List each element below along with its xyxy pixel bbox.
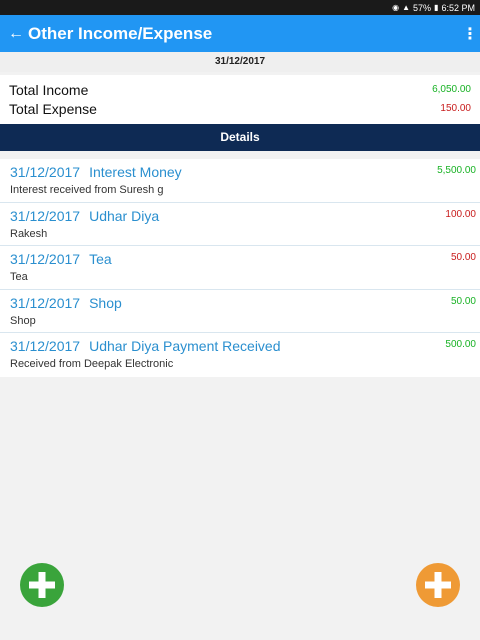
arrow-left-icon[interactable]: ←	[8, 25, 28, 43]
item-date: 31/12/2017	[10, 251, 81, 268]
total-income-label: Total Income	[9, 81, 89, 98]
item-head: 31/12/2017 Udhar Diya Payment Received	[10, 338, 476, 354]
item-note: Interest received from Suresh g	[10, 184, 164, 196]
item-name: Udhar Diya	[89, 207, 160, 224]
plus-icon	[425, 572, 451, 598]
item-amount: 100.00	[445, 208, 476, 220]
date-header: 31/12/2017	[0, 52, 480, 72]
item-amount: 50.00	[450, 252, 476, 264]
item-head: 31/12/2017 Shop	[10, 295, 476, 311]
page-title: Other Income/Expense	[28, 23, 213, 43]
item-head: 31/12/2017 Interest Money	[10, 164, 476, 180]
plus-icon	[29, 572, 55, 598]
item-name: Shop	[89, 294, 122, 311]
transaction-list: 31/12/2017 Interest Money Interest receiv…	[0, 159, 480, 377]
more-vertical-icon[interactable]: ⋮	[462, 24, 478, 44]
item-note: Tea	[10, 271, 28, 284]
battery-icon: ▮	[434, 3, 439, 12]
list-item[interactable]: 31/12/2017 Interest Money Interest receiv…	[0, 159, 480, 203]
item-note: Shop	[10, 314, 36, 327]
total-income-row: Total Income 6,050.00	[9, 80, 471, 99]
total-expense-row: Total Expense 150.00	[9, 99, 471, 118]
item-head: 31/12/2017 Tea	[10, 251, 476, 267]
status-bar: ◉ ▲ 57% ▮ 6:52 PM	[0, 0, 480, 15]
total-income-value: 6,050.00	[432, 84, 471, 95]
item-name: Interest Money	[89, 164, 182, 180]
details-header: Details	[0, 124, 480, 151]
signal-icon: ▲	[402, 3, 411, 12]
item-name: Tea	[89, 251, 112, 268]
item-name: Udhar Diya Payment Received	[89, 338, 281, 355]
item-date: 31/12/2017	[10, 164, 81, 180]
list-item[interactable]: 31/12/2017 Udhar Diya Rakesh 100.00	[0, 203, 480, 247]
total-expense-label: Total Expense	[9, 100, 97, 117]
add-expense-button[interactable]	[416, 563, 460, 607]
item-amount: 5,500.00	[437, 165, 476, 176]
clock: 6:52 PM	[441, 2, 475, 13]
total-expense-value: 150.00	[440, 103, 471, 114]
app-bar: ← Other Income/Expense ⋮	[0, 15, 480, 52]
item-amount: 500.00	[445, 339, 476, 351]
wifi-icon: ◉	[392, 3, 400, 12]
totals-card: Total Income 6,050.00 Total Expense 150.…	[0, 75, 480, 124]
item-amount: 50.00	[450, 295, 476, 307]
item-head: 31/12/2017 Udhar Diya	[10, 208, 476, 224]
battery-percent: 57%	[413, 2, 432, 13]
item-note: Received from Deepak Electronic	[10, 358, 174, 371]
add-income-button[interactable]	[20, 563, 64, 607]
item-note: Rakesh	[10, 227, 48, 240]
list-item[interactable]: 31/12/2017 Shop Shop 50.00	[0, 290, 480, 334]
item-date: 31/12/2017	[10, 294, 81, 311]
list-item[interactable]: 31/12/2017 Tea Tea 50.00	[0, 246, 480, 290]
list-item[interactable]: 31/12/2017 Udhar Diya Payment Received Re…	[0, 333, 480, 377]
item-date: 31/12/2017	[10, 207, 81, 224]
item-date: 31/12/2017	[10, 338, 81, 355]
